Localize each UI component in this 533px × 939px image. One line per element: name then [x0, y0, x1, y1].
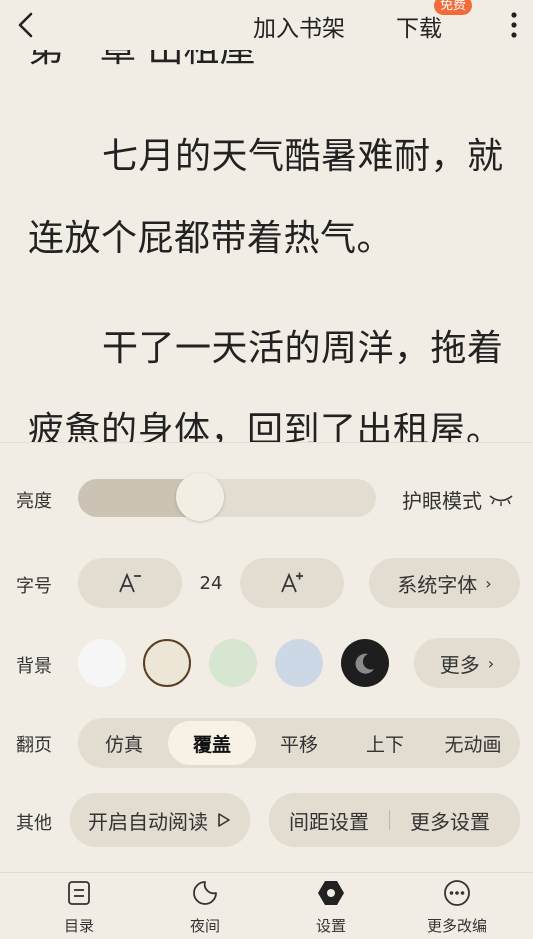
- moon-icon: [193, 881, 217, 905]
- nav-label: 目录: [63, 917, 94, 935]
- eye-mode-label: 护眼模式: [402, 489, 482, 513]
- page-turn-option[interactable]: 覆盖: [168, 721, 256, 765]
- page-turn-option[interactable]: 上下: [342, 718, 428, 768]
- brightness-slider-handle[interactable]: [176, 473, 225, 521]
- nav-label: 夜间: [189, 917, 220, 935]
- nav-settings[interactable]: 设置: [291, 879, 371, 936]
- nav-catalog[interactable]: 目录: [39, 879, 119, 936]
- page-turn-selector: 仿真 覆盖 平移 上下 无动画: [78, 718, 520, 768]
- paragraph: 七月的天气酷暑难耐，就连放个屁都带着热气。: [28, 136, 504, 259]
- spacing-settings-button[interactable]: 间距设置: [289, 806, 369, 835]
- font-decrease-button[interactable]: [78, 558, 182, 608]
- font-increase-button[interactable]: [240, 558, 344, 608]
- nav-label: 设置: [315, 917, 346, 935]
- font-increase-icon: [281, 572, 303, 593]
- divider: [389, 810, 390, 830]
- spacing-more-group: 间距设置 更多设置: [269, 793, 520, 847]
- page-turn-label: 翻页: [16, 735, 52, 756]
- auto-read-label: 开启自动阅读: [88, 809, 208, 834]
- add-to-shelf-button[interactable]: 加入书架: [253, 9, 345, 43]
- font-family-button[interactable]: 系统字体 ›: [369, 558, 520, 608]
- back-arrow-icon: [18, 12, 33, 38]
- background-swatch-green[interactable]: [209, 639, 257, 687]
- brightness-label: 亮度: [16, 491, 52, 512]
- page-turn-option[interactable]: 平移: [256, 718, 342, 768]
- settings-hexagon-icon: [318, 881, 344, 905]
- font-size-label: 字号: [16, 576, 52, 597]
- top-bar: 加入书架 下载 免费: [0, 0, 533, 50]
- closed-eye-icon: [489, 494, 513, 506]
- nav-label: 更多改编: [426, 917, 487, 935]
- more-vertical-icon: [511, 12, 517, 38]
- auto-read-button[interactable]: 开启自动阅读: [70, 793, 250, 847]
- paragraph: 干了一天活的周洋，拖着疲惫的身体，回到了出租屋。: [28, 328, 504, 442]
- page-turn-option[interactable]: 仿真: [80, 718, 168, 768]
- page-turn-option[interactable]: 无动画: [428, 718, 518, 768]
- more-horizontal-icon: [444, 880, 470, 906]
- chevron-right-icon: ›: [485, 573, 492, 593]
- background-swatch-white[interactable]: [78, 639, 126, 687]
- brightness-slider[interactable]: [78, 479, 376, 517]
- catalog-icon: [68, 881, 90, 905]
- font-size-value: 24: [199, 573, 223, 594]
- nav-more-adaptations[interactable]: 更多改编: [417, 879, 497, 936]
- bottom-navigation: 目录 夜间 设置 更多改编: [0, 872, 533, 939]
- font-decrease-icon: [119, 572, 141, 593]
- reader-settings-panel: 亮度 护眼模式 字号 24 系统字体 › 背景 更多 › 翻页 仿真 覆盖 平移…: [0, 442, 533, 873]
- background-swatch-blue[interactable]: [275, 639, 323, 687]
- chapter-title-cut: 第一章 出租屋: [28, 50, 255, 72]
- eye-protection-toggle[interactable]: 护眼模式: [402, 485, 514, 514]
- back-button[interactable]: [10, 8, 40, 42]
- other-label: 其他: [16, 813, 52, 834]
- reading-content[interactable]: 第一章 出租屋 七月的天气酷暑难耐，就连放个屁都带着热气。 干了一天活的周洋，拖…: [28, 50, 518, 442]
- background-label: 背景: [16, 656, 52, 677]
- download-button[interactable]: 下载: [396, 9, 442, 43]
- chevron-right-icon: ›: [487, 653, 495, 673]
- font-family-label: 系统字体: [397, 572, 478, 597]
- background-swatch-night[interactable]: [341, 639, 389, 687]
- more-backgrounds-button[interactable]: 更多 ›: [414, 638, 520, 688]
- more-options-button[interactable]: [504, 9, 524, 41]
- play-icon: [218, 813, 230, 827]
- more-backgrounds-label: 更多: [439, 652, 480, 677]
- free-badge: 免费: [434, 0, 473, 15]
- nav-night-mode[interactable]: 夜间: [165, 879, 245, 936]
- moon-icon: [355, 653, 374, 674]
- background-swatch-beige[interactable]: [143, 639, 191, 687]
- more-settings-button[interactable]: 更多设置: [410, 806, 490, 835]
